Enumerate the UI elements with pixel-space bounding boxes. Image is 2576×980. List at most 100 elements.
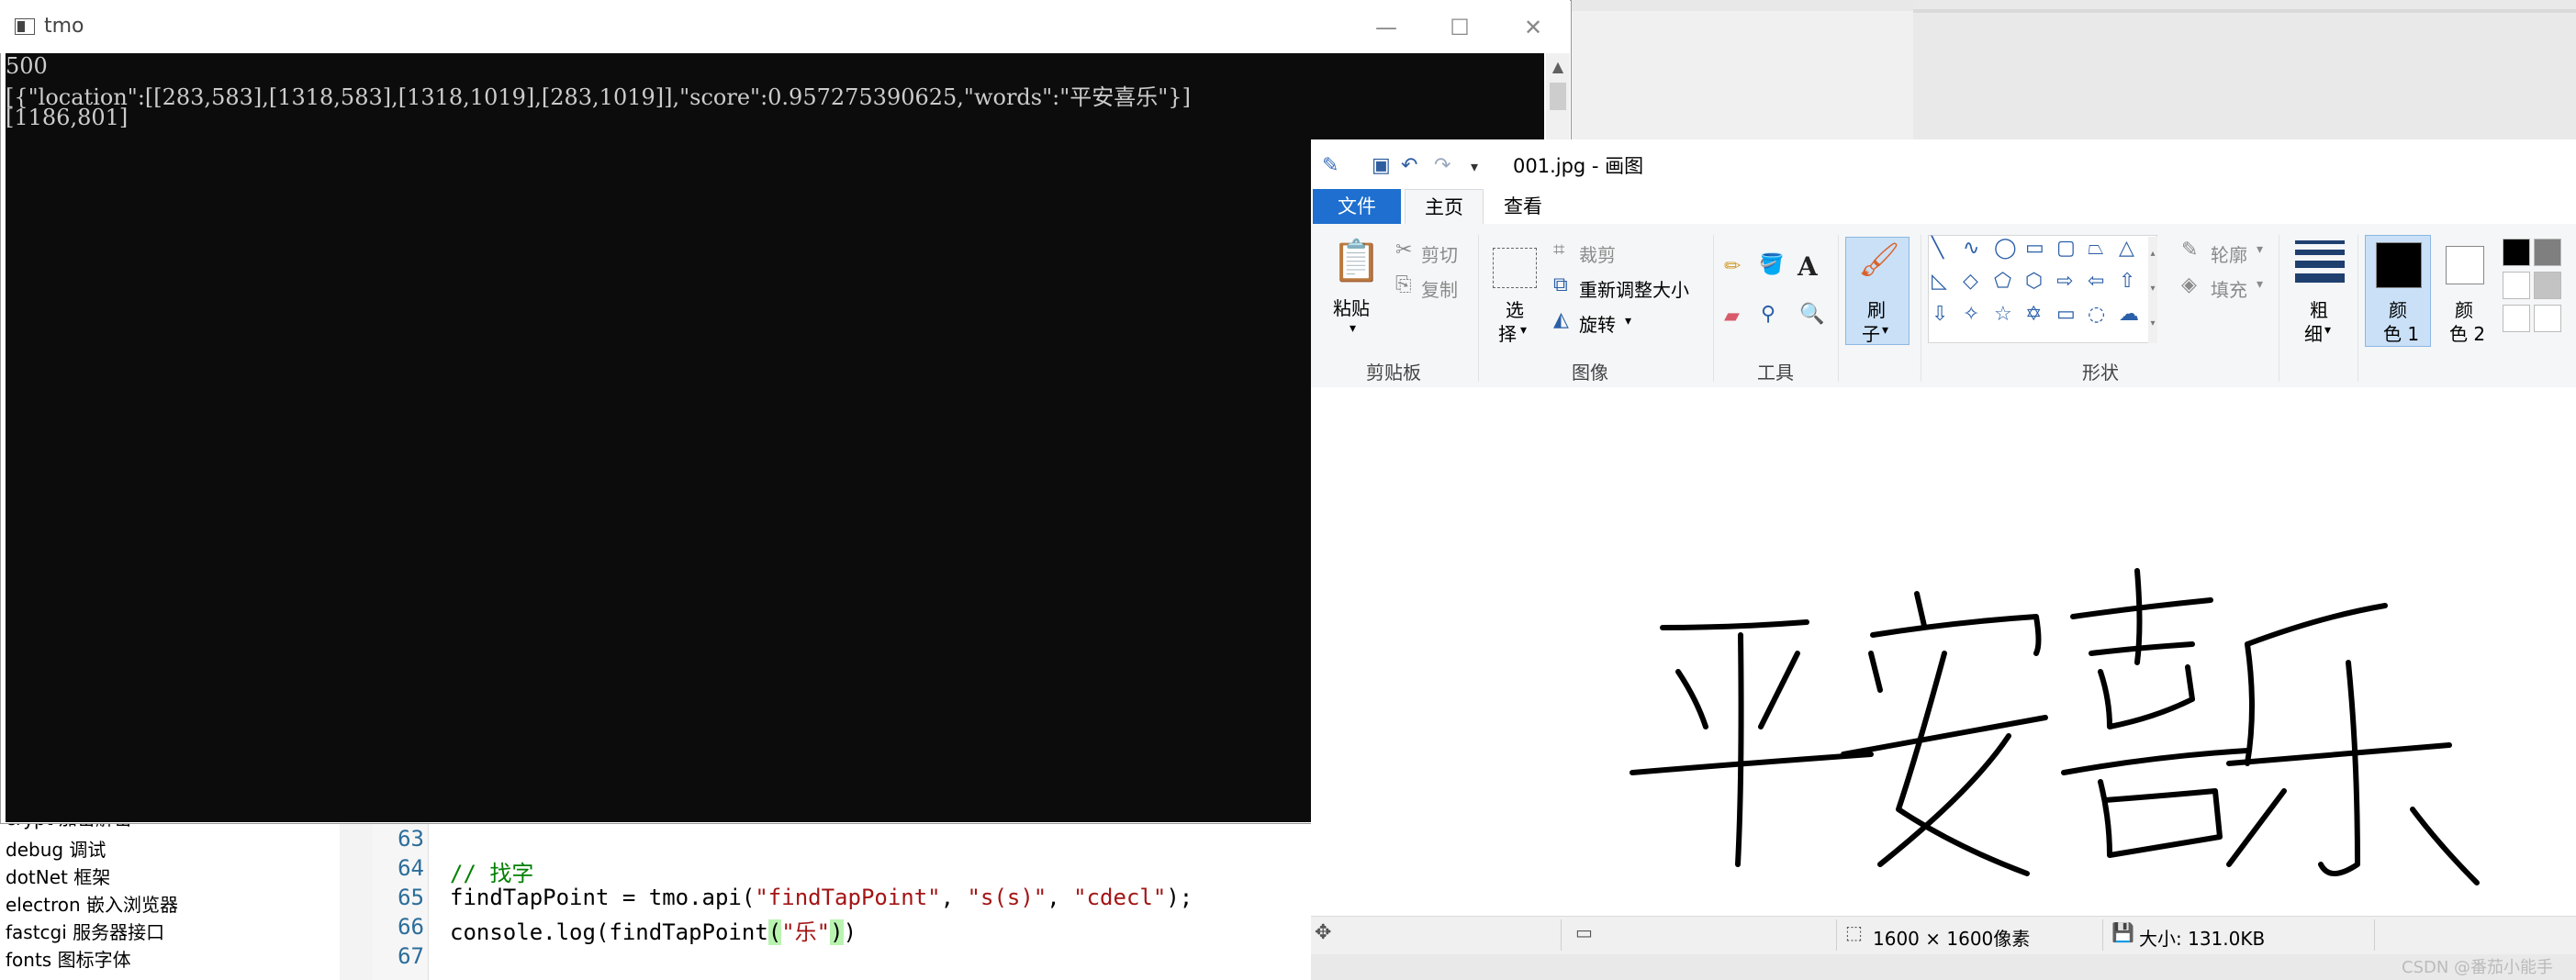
color-2-label: 颜 bbox=[2455, 299, 2473, 321]
oval-shape-icon[interactable]: ◯ bbox=[1994, 237, 2017, 260]
pencil-icon[interactable]: ✏ bbox=[1724, 255, 1741, 278]
code-line-65[interactable]: findTapPoint = tmo.api("findTapPoint", "… bbox=[450, 885, 1193, 910]
tab-home[interactable]: 主页 bbox=[1405, 189, 1484, 224]
outline-dropdown-icon[interactable]: ▾ bbox=[2257, 242, 2263, 257]
size-button-line2[interactable]: 细 bbox=[2304, 319, 2323, 346]
resize-icon: ⧉ bbox=[1553, 273, 1568, 296]
brush-icon: 🖌 bbox=[1858, 241, 1900, 279]
size-button[interactable]: 粗 bbox=[2310, 295, 2328, 322]
shapes-gallery-scroll[interactable]: ▴ ▾ ▾ bbox=[2148, 237, 2157, 343]
tree-item-debug[interactable]: debug 调试 bbox=[6, 835, 106, 862]
fill-bucket-icon[interactable]: 🪣 bbox=[1759, 253, 1784, 276]
rectangle-shape-icon[interactable]: ▭ bbox=[2025, 237, 2044, 260]
scissors-icon: ✂ bbox=[1395, 239, 1413, 262]
tab-file[interactable]: 文件 bbox=[1313, 189, 1401, 224]
right-arrow-shape-icon[interactable]: ⇨ bbox=[2056, 270, 2073, 293]
group-label-image: 图像 bbox=[1572, 362, 1608, 384]
select-button-line2[interactable]: 择 bbox=[1498, 319, 1517, 346]
fill-button[interactable]: 填充 bbox=[2211, 275, 2247, 302]
palette-white[interactable] bbox=[2503, 272, 2530, 299]
tree-item-electron[interactable]: electron 嵌入浏览器 bbox=[6, 890, 178, 917]
code-string: "s(s)" bbox=[967, 885, 1047, 910]
right-triangle-shape-icon[interactable]: ◺ bbox=[1932, 270, 1947, 293]
tree-item-fastcgi[interactable]: fastcgi 服务器接口 bbox=[6, 918, 164, 944]
palette-gray[interactable] bbox=[2534, 239, 2561, 266]
rounded-rectangle-shape-icon[interactable]: ▢ bbox=[2056, 237, 2076, 260]
paste-dropdown-icon[interactable]: ▾ bbox=[1350, 321, 1356, 336]
code-token: , bbox=[940, 885, 968, 910]
code-line-66[interactable]: console.log(findTapPoint("乐")) bbox=[450, 914, 857, 946]
color-picker-icon[interactable]: ⚲ bbox=[1761, 303, 1775, 326]
rotate-button[interactable]: 旋转 bbox=[1579, 310, 1616, 337]
rotate-icon: ◭ bbox=[1553, 308, 1569, 331]
six-point-star-shape-icon[interactable]: ✡ bbox=[2025, 303, 2042, 326]
customize-quick-access-icon[interactable]: ▾ bbox=[1471, 158, 1478, 175]
file-size-icon: 💾 bbox=[2111, 921, 2134, 943]
four-point-star-shape-icon[interactable]: ✧ bbox=[1963, 303, 1979, 326]
palette-light-gray[interactable] bbox=[2534, 272, 2561, 299]
line-shape-icon[interactable]: ╲ bbox=[1932, 237, 1943, 260]
fill-dropdown-icon[interactable]: ▾ bbox=[2257, 277, 2263, 292]
pentagon-shape-icon[interactable]: ⬠ bbox=[1994, 270, 2011, 293]
magnifier-icon[interactable]: 🔍 bbox=[1799, 303, 1824, 326]
tree-item-dotnet[interactable]: dotNet 框架 bbox=[6, 863, 110, 889]
code-token: ); bbox=[1166, 885, 1193, 910]
console-line: [1186,801] bbox=[6, 105, 129, 130]
five-point-star-shape-icon[interactable]: ☆ bbox=[1994, 303, 2012, 326]
redo-icon[interactable]: ↷ bbox=[1434, 154, 1450, 177]
maximize-button[interactable]: ☐ bbox=[1423, 9, 1496, 46]
outline-button[interactable]: 轮廓 bbox=[2211, 240, 2247, 267]
paint-titlebar[interactable] bbox=[1311, 139, 2576, 189]
scroll-thumb[interactable] bbox=[1550, 83, 1566, 110]
rotate-dropdown-icon[interactable]: ▾ bbox=[1625, 314, 1631, 329]
select-dropdown-icon[interactable]: ▾ bbox=[1520, 323, 1527, 338]
palette-empty[interactable] bbox=[2503, 305, 2530, 332]
polygon-shape-icon[interactable]: ⏢ bbox=[2088, 237, 2104, 260]
paint-title: 001.jpg - 画图 bbox=[1513, 155, 1644, 177]
crop-button[interactable]: 裁剪 bbox=[1579, 240, 1616, 267]
minimize-button[interactable]: — bbox=[1350, 9, 1423, 46]
color-2-label-line2: 色 2 bbox=[2449, 323, 2486, 345]
resize-button[interactable]: 重新调整大小 bbox=[1579, 275, 1689, 302]
line-number: 64 bbox=[398, 855, 424, 881]
text-tool-icon[interactable]: A bbox=[1798, 251, 1818, 282]
clipboard-icon[interactable]: 📋 bbox=[1331, 237, 1382, 284]
size-line-icon bbox=[2295, 250, 2345, 255]
diamond-shape-icon[interactable]: ◇ bbox=[1963, 270, 1978, 293]
down-arrow-shape-icon[interactable]: ⇩ bbox=[1932, 303, 1948, 326]
scroll-up-arrow-icon[interactable]: ▲ bbox=[1546, 55, 1570, 79]
cloud-callout-shape-icon[interactable]: ☁ bbox=[2119, 303, 2139, 326]
size-line-icon bbox=[2295, 240, 2345, 244]
console-titlebar[interactable] bbox=[0, 0, 1570, 53]
line-number-gutter: 63 64 65 66 67 bbox=[373, 807, 429, 980]
curve-shape-icon[interactable]: ∿ bbox=[1963, 237, 1979, 260]
undo-icon[interactable]: ↶ bbox=[1401, 154, 1417, 177]
close-button[interactable]: ✕ bbox=[1496, 9, 1570, 46]
tree-item-fonts[interactable]: fonts 图标字体 bbox=[6, 945, 131, 972]
left-arrow-shape-icon[interactable]: ⇦ bbox=[2088, 270, 2104, 293]
panel-splitter[interactable] bbox=[340, 807, 374, 980]
eraser-icon[interactable]: ▰ bbox=[1724, 305, 1740, 328]
paste-button[interactable]: 粘贴 bbox=[1333, 294, 1370, 320]
cut-button[interactable]: 剪切 bbox=[1421, 240, 1458, 267]
select-icon[interactable] bbox=[1493, 248, 1537, 288]
rounded-callout-shape-icon[interactable]: ▭ bbox=[2056, 303, 2076, 326]
up-arrow-shape-icon[interactable]: ⇧ bbox=[2119, 270, 2135, 293]
triangle-shape-icon[interactable]: △ bbox=[2119, 237, 2134, 260]
cursor-position-icon: ✥ bbox=[1315, 921, 1332, 944]
status-divider bbox=[2102, 919, 2103, 951]
console-line: [{"location":[[283,583],[1318,583],[1318… bbox=[6, 84, 1191, 110]
brushes-dropdown-icon[interactable]: ▾ bbox=[1882, 323, 1888, 338]
console-line: 500 bbox=[6, 53, 48, 79]
size-dropdown-icon[interactable]: ▾ bbox=[2324, 323, 2331, 338]
select-button[interactable]: 选 bbox=[1506, 295, 1524, 322]
palette-black[interactable] bbox=[2503, 239, 2530, 266]
save-icon[interactable]: ▣ bbox=[1372, 154, 1391, 177]
copy-button[interactable]: 复制 bbox=[1421, 275, 1458, 302]
hexagon-shape-icon[interactable]: ⬡ bbox=[2025, 270, 2043, 293]
code-line-64[interactable]: // 找字 bbox=[450, 855, 533, 887]
oval-callout-shape-icon[interactable]: ◌ bbox=[2088, 303, 2105, 326]
paint-canvas[interactable] bbox=[1311, 387, 2576, 916]
palette-empty[interactable] bbox=[2534, 305, 2561, 332]
tab-view[interactable]: 查看 bbox=[1491, 189, 1555, 224]
